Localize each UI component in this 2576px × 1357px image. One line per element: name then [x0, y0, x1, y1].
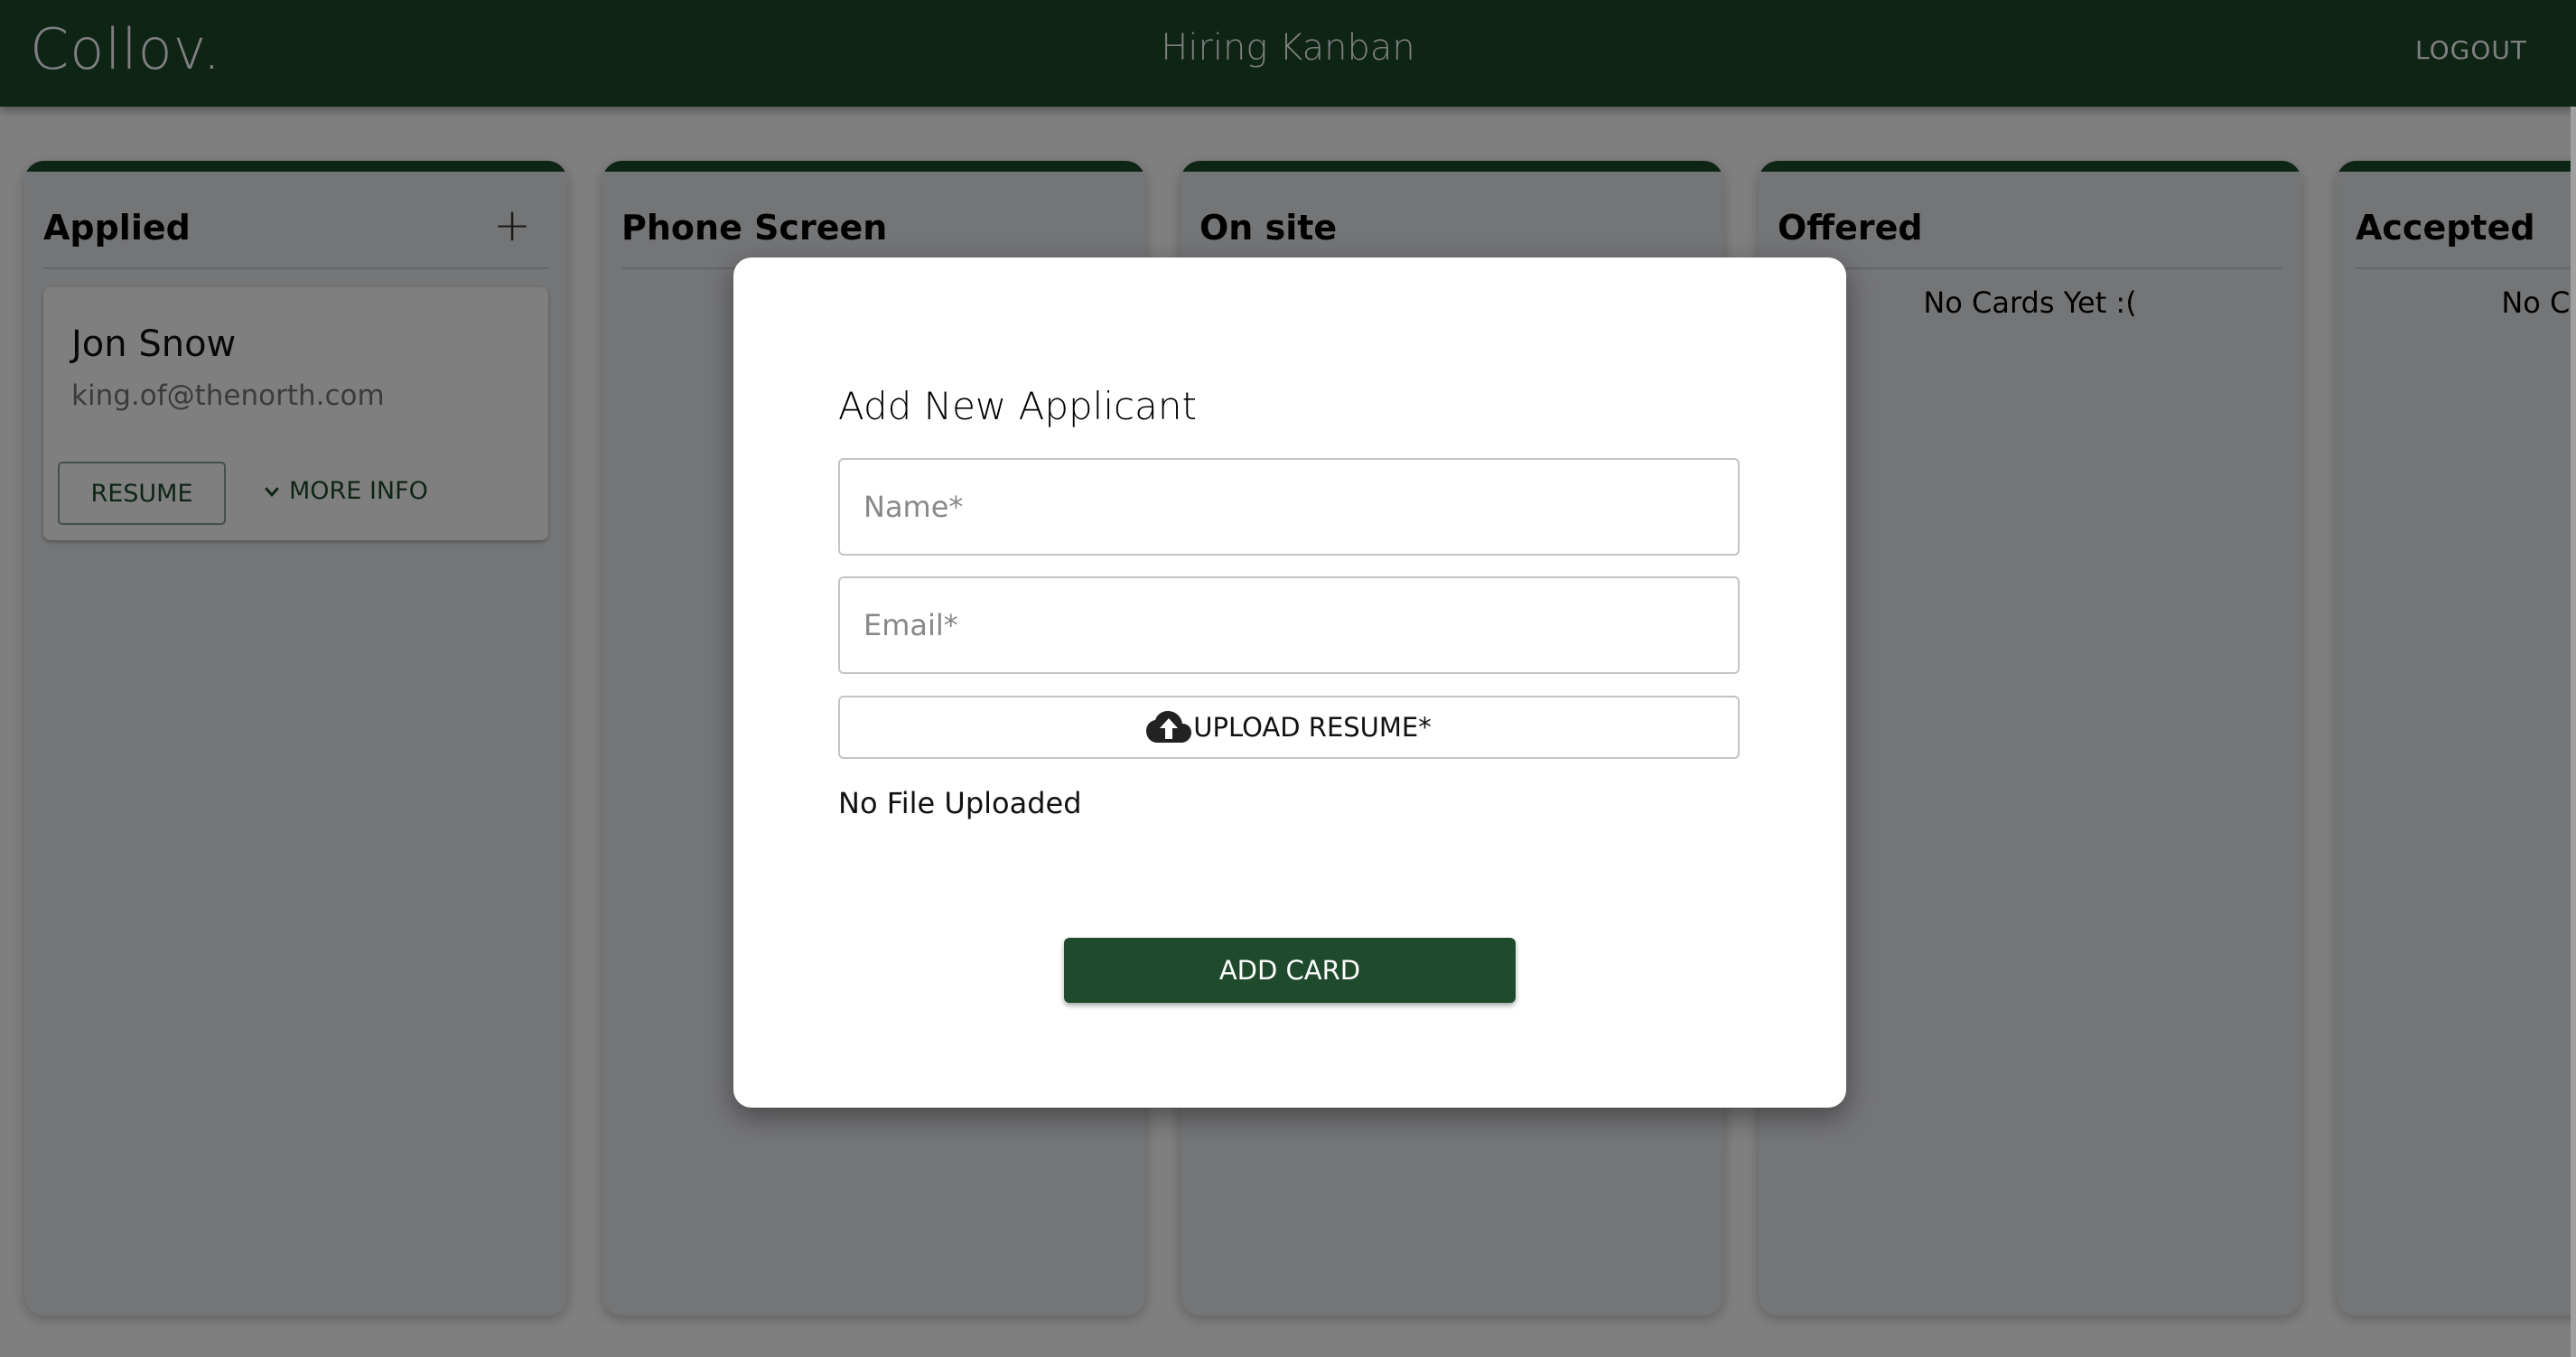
add-applicant-modal: Add New Applicant UPLOAD RESUME* No File…: [733, 257, 1846, 1108]
cloud-upload-icon: [1146, 711, 1192, 743]
upload-label: UPLOAD RESUME*: [1193, 712, 1432, 743]
name-input[interactable]: [838, 458, 1740, 556]
modal-title: Add New Applicant: [838, 384, 1197, 428]
horizontal-scroll-edge[interactable]: [2571, 107, 2576, 1357]
upload-resume-button[interactable]: UPLOAD RESUME*: [838, 696, 1740, 759]
file-status: No File Uploaded: [838, 786, 1082, 820]
add-card-button[interactable]: ADD CARD: [1064, 938, 1516, 1003]
email-input[interactable]: [838, 576, 1740, 674]
